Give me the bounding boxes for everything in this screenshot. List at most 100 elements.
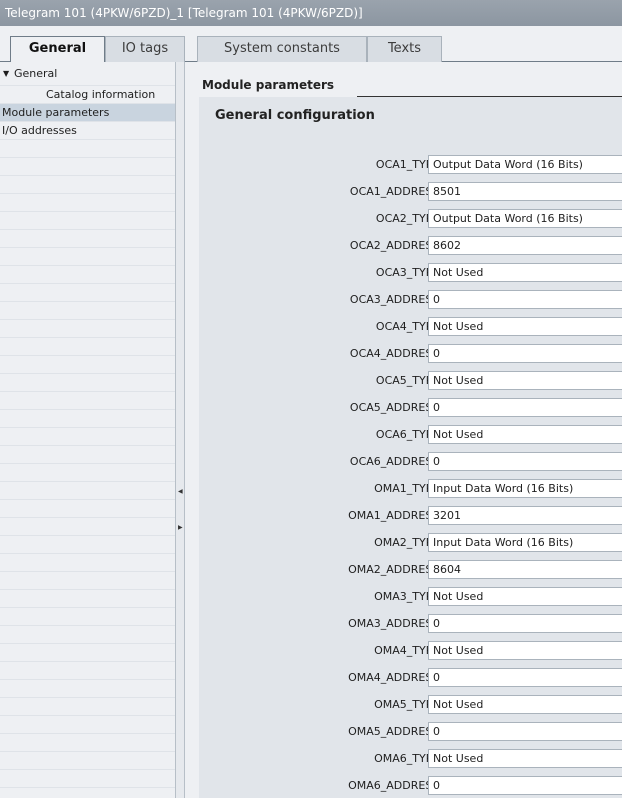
nav-empty-row xyxy=(0,212,175,230)
type-dropdown[interactable]: Not Used xyxy=(428,425,622,444)
address-input[interactable]: 8604 xyxy=(428,560,622,579)
type-dropdown[interactable]: Output Data Word (16 Bits) xyxy=(428,209,622,228)
parameter-row: OCA3_TYPE: Not Used xyxy=(199,259,622,286)
nav-empty-row xyxy=(0,320,175,338)
address-input[interactable]: 8602 xyxy=(428,236,622,255)
general-configuration-group: General configuration OCA1_TYPE: Output D… xyxy=(199,97,622,798)
tab-texts[interactable]: Texts xyxy=(367,36,442,62)
address-input[interactable]: 0 xyxy=(428,398,622,417)
type-dropdown[interactable]: Input Data Word (16 Bits) xyxy=(428,479,622,498)
parameter-row: OCA1_TYPE: Output Data Word (16 Bits) xyxy=(199,151,622,178)
nav-item-general[interactable]: ▼ General xyxy=(0,62,175,86)
address-input[interactable]: 0 xyxy=(428,668,622,687)
nav-empty-row xyxy=(0,338,175,356)
triangle-down-icon[interactable]: ▼ xyxy=(3,62,9,86)
parameter-row: OCA6_ADDRESS: 0 xyxy=(199,448,622,475)
parameter-row: OMA1_TYPE: Input Data Word (16 Bits) xyxy=(199,475,622,502)
address-input[interactable]: 8501 xyxy=(428,182,622,201)
nav-empty-row xyxy=(0,770,175,788)
section-title: Module parameters xyxy=(202,78,335,92)
address-input[interactable]: 0 xyxy=(428,344,622,363)
parameter-row: OMA5_TYPE: Not Used xyxy=(199,691,622,718)
nav-empty-row xyxy=(0,194,175,212)
type-dropdown[interactable]: Not Used xyxy=(428,371,622,390)
navigation-tree: ▼ General Catalog information Module par… xyxy=(0,62,175,798)
parameter-row: OMA2_ADDRESS: 8604 xyxy=(199,556,622,583)
nav-item-catalog-information[interactable]: Catalog information xyxy=(0,86,175,104)
tab-io-tags[interactable]: IO tags xyxy=(105,36,185,62)
nav-empty-row xyxy=(0,518,175,536)
nav-empty-row xyxy=(0,608,175,626)
panel-splitter[interactable]: ◀ ▶ xyxy=(175,62,185,798)
parameter-row: OCA4_TYPE: Not Used xyxy=(199,313,622,340)
nav-empty-row xyxy=(0,374,175,392)
nav-empty-row xyxy=(0,302,175,320)
parameter-row: OMA3_TYPE: Not Used xyxy=(199,583,622,610)
address-input[interactable]: 0 xyxy=(428,776,622,795)
parameter-row: OMA1_ADDRESS: 3201 xyxy=(199,502,622,529)
nav-empty-row xyxy=(0,248,175,266)
type-dropdown[interactable]: Not Used xyxy=(428,317,622,336)
parameter-row: OMA6_TYPE: Not Used xyxy=(199,745,622,772)
parameter-row: OMA3_ADDRESS: 0 xyxy=(199,610,622,637)
type-dropdown[interactable]: Not Used xyxy=(428,641,622,660)
type-dropdown[interactable]: Not Used xyxy=(428,695,622,714)
parameter-row: OMA5_ADDRESS: 0 xyxy=(199,718,622,745)
tab-general[interactable]: General xyxy=(10,36,105,63)
window-title: Telegram 101 (4PKW/6PZD)_1 [Telegram 101… xyxy=(0,0,622,26)
nav-empty-row xyxy=(0,464,175,482)
nav-empty-row xyxy=(0,662,175,680)
nav-item-catalog-label: Catalog information xyxy=(46,88,156,101)
nav-empty-row xyxy=(0,176,175,194)
address-input[interactable]: 0 xyxy=(428,614,622,633)
nav-empty-row xyxy=(0,356,175,374)
nav-empty-row xyxy=(0,392,175,410)
address-input[interactable]: 0 xyxy=(428,290,622,309)
parameter-row: OCA2_TYPE: Output Data Word (16 Bits) xyxy=(199,205,622,232)
nav-empty-row xyxy=(0,158,175,176)
nav-empty-row xyxy=(0,428,175,446)
nav-item-general-label: General xyxy=(14,67,58,80)
nav-empty-row xyxy=(0,446,175,464)
nav-item-module-parameters[interactable]: Module parameters xyxy=(0,104,175,122)
nav-item-io-addresses[interactable]: I/O addresses xyxy=(0,122,175,140)
type-dropdown[interactable]: Not Used xyxy=(428,749,622,768)
nav-empty-row xyxy=(0,680,175,698)
address-input[interactable]: 3201 xyxy=(428,506,622,525)
parameter-row: OCA2_ADDRESS: 8602 xyxy=(199,232,622,259)
nav-empty-area xyxy=(0,140,175,788)
type-dropdown[interactable]: Not Used xyxy=(428,263,622,282)
nav-empty-row xyxy=(0,536,175,554)
parameter-row: OCA1_ADDRESS: 8501 xyxy=(199,178,622,205)
nav-empty-row xyxy=(0,590,175,608)
nav-empty-row xyxy=(0,626,175,644)
address-input[interactable]: 0 xyxy=(428,722,622,741)
parameter-row: OCA3_ADDRESS: 0 xyxy=(199,286,622,313)
nav-empty-row xyxy=(0,284,175,302)
type-dropdown[interactable]: Input Data Word (16 Bits) xyxy=(428,533,622,552)
parameter-row: OMA4_ADDRESS: 0 xyxy=(199,664,622,691)
parameter-row: OMA6_ADDRESS: 0 xyxy=(199,772,622,798)
nav-empty-row xyxy=(0,734,175,752)
nav-item-io-addresses-label: I/O addresses xyxy=(2,124,77,137)
arrow-right-icon[interactable]: ▶ xyxy=(178,524,183,531)
nav-empty-row xyxy=(0,644,175,662)
type-dropdown[interactable]: Not Used xyxy=(428,587,622,606)
type-dropdown[interactable]: Output Data Word (16 Bits) xyxy=(428,155,622,174)
tab-system-constants[interactable]: System constants xyxy=(197,36,367,62)
arrow-left-icon[interactable]: ◀ xyxy=(178,488,183,495)
nav-empty-row xyxy=(0,698,175,716)
nav-item-module-parameters-label: Module parameters xyxy=(2,106,110,119)
parameter-row: OMA4_TYPE: Not Used xyxy=(199,637,622,664)
address-input[interactable]: 0 xyxy=(428,452,622,471)
nav-empty-row xyxy=(0,230,175,248)
properties-content: Module parameters General configuration … xyxy=(185,62,622,798)
nav-empty-row xyxy=(0,140,175,158)
nav-empty-row xyxy=(0,482,175,500)
parameter-row: OCA6_TYPE: Not Used xyxy=(199,421,622,448)
nav-empty-row xyxy=(0,266,175,284)
nav-empty-row xyxy=(0,554,175,572)
nav-empty-row xyxy=(0,572,175,590)
tab-strip: General IO tags System constants Texts xyxy=(0,26,622,63)
parameter-row: OCA4_ADDRESS: 0 xyxy=(199,340,622,367)
